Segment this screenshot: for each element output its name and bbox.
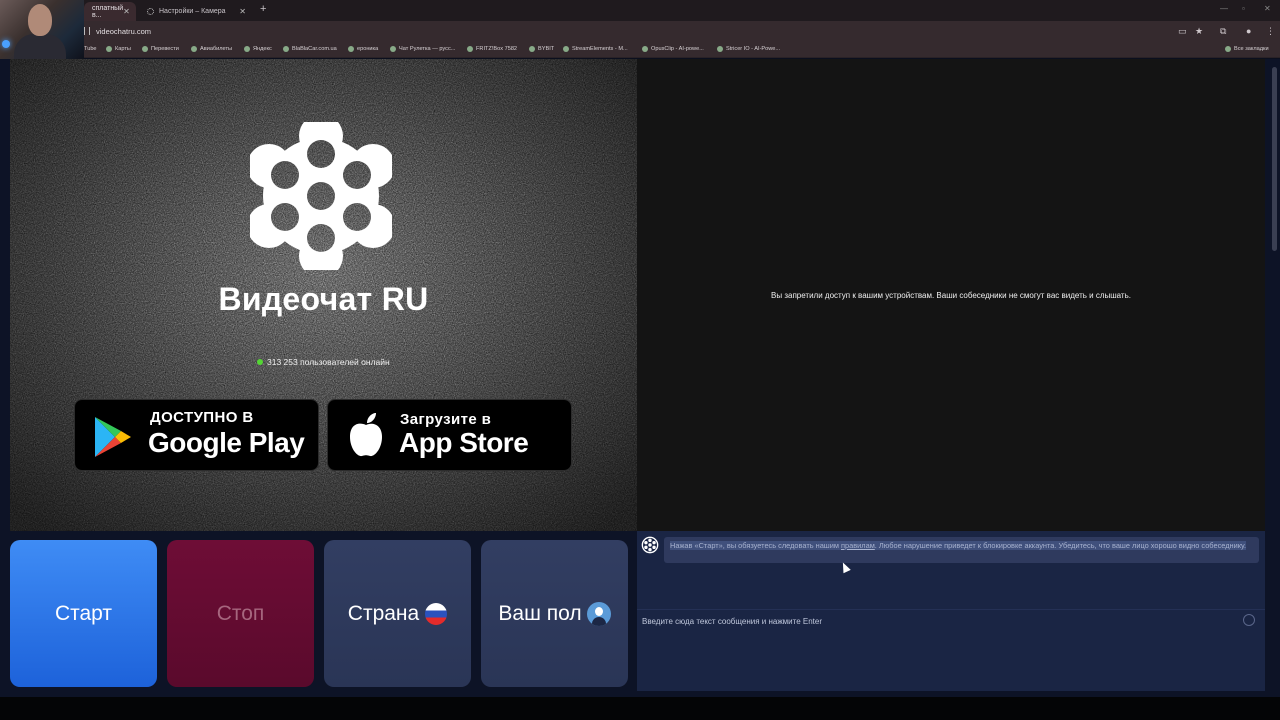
bookmark-item[interactable]: BYBIT: [529, 46, 554, 52]
tab-settings-camera[interactable]: Настройки – Камера ✕: [139, 2, 254, 21]
bookmark-item[interactable]: Чат Рулетка — русс...: [390, 46, 455, 52]
tab-videochat[interactable]: сплатный в... ✕: [84, 2, 136, 21]
folder-icon: [1225, 46, 1231, 52]
globe-icon: [191, 46, 197, 52]
site-icon: [563, 46, 569, 52]
google-play-button[interactable]: ДОСТУПНО В Google Play: [74, 399, 319, 471]
bookmark-item[interactable]: FRITZ!Box 7582: [467, 46, 517, 52]
notice-text-suffix: . Любое нарушение приведет к блокировке …: [874, 541, 1247, 550]
globe-icon: [244, 46, 250, 52]
cast-icon[interactable]: ▭: [1178, 26, 1187, 37]
maps-icon: [106, 46, 112, 52]
bookmark-item[interactable]: Карты: [106, 46, 131, 52]
site-info-icon[interactable]: [84, 27, 90, 35]
self-video-panel: Вы запретили доступ к вашим устройствам.…: [637, 59, 1265, 531]
bookmark-item[interactable]: OpusClip - AI-powe...: [642, 46, 704, 52]
site-icon: [717, 46, 723, 52]
window-close-icon[interactable]: ✕: [1264, 4, 1271, 13]
gender-avatar-icon: [586, 601, 611, 626]
google-play-big: Google Play: [148, 427, 305, 458]
menu-icon[interactable]: ⋮: [1266, 26, 1275, 37]
bookmark-item[interactable]: ероника: [348, 46, 378, 52]
chat-input-row: [637, 609, 1265, 632]
site-icon: [390, 46, 396, 52]
app-store-button[interactable]: Загрузите в App Store: [327, 399, 572, 471]
webcam-overlay: [0, 0, 84, 62]
url-field[interactable]: videochatru.com: [96, 27, 151, 36]
russia-flag-icon: [425, 602, 448, 625]
address-bar: videochatru.com ▭ ★ ⧉ ● ⋮: [0, 21, 1280, 42]
brand-title: Видеочат RU: [218, 281, 429, 317]
start-label: Старт: [54, 601, 113, 625]
bookmark-item[interactable]: Яндекс: [244, 46, 272, 52]
country-button[interactable]: Страна: [324, 540, 471, 687]
person-face: [28, 4, 52, 36]
stop-button[interactable]: Стоп: [167, 540, 314, 687]
stop-label: Стоп: [216, 601, 265, 625]
apple-icon: [350, 413, 382, 457]
online-text: 313 253 пользователей онлайн: [267, 357, 390, 367]
rules-link[interactable]: правилам: [841, 541, 875, 550]
gear-icon: [147, 8, 154, 15]
revolver-logo-icon: [641, 536, 659, 554]
translate-icon: [142, 46, 148, 52]
online-counter: 313 253 пользователей онлайн: [257, 357, 390, 367]
google-play-small: ДОСТУПНО В: [150, 409, 254, 426]
start-button[interactable]: Старт: [10, 540, 157, 687]
browser-tab-bar: сплатный в... ✕ Настройки – Камера ✕ + —…: [0, 0, 1280, 21]
light: [2, 40, 10, 48]
notice-text-prefix: Нажав «Старт», вы обязуетесь следовать н…: [670, 541, 842, 550]
site-icon: [283, 46, 289, 52]
app-store-big: App Store: [399, 427, 529, 458]
gender-label: Ваш пол: [498, 601, 582, 625]
chat-message-input[interactable]: [642, 614, 1232, 628]
bookmarks-bar: Tube Карты Перевести Авиабилеты Яндекс B…: [0, 42, 1280, 58]
close-icon[interactable]: ✕: [239, 7, 246, 16]
bottom-strip: [0, 697, 1280, 720]
close-icon[interactable]: ✕: [123, 7, 130, 16]
star-icon[interactable]: ★: [1195, 26, 1203, 37]
minimize-icon[interactable]: —: [1220, 4, 1228, 13]
emoji-icon[interactable]: [1243, 614, 1255, 626]
tab-label: сплатный в...: [92, 4, 124, 19]
bookmark-item[interactable]: BlaBlaCar.com.ua: [283, 46, 337, 52]
online-dot-icon: [257, 359, 263, 365]
bookmark-item[interactable]: Tube: [84, 46, 97, 52]
person-figure: [14, 34, 66, 62]
site-icon: [348, 46, 354, 52]
maximize-icon[interactable]: ▫: [1242, 4, 1245, 13]
bookmark-item[interactable]: Stricer IO - AI-Powe...: [717, 46, 780, 52]
camera-denied-message: Вы запретили доступ к вашим устройствам.…: [771, 291, 1131, 300]
gender-button[interactable]: Ваш пол: [481, 540, 628, 687]
country-label: Страна: [347, 601, 420, 625]
bookmark-item[interactable]: StreamElements - M...: [563, 46, 628, 52]
google-play-icon: [95, 417, 131, 457]
folder-icon: [529, 46, 535, 52]
app-store-small: Загрузите в: [400, 411, 492, 428]
router-icon: [467, 46, 473, 52]
revolver-logo-icon: [250, 122, 392, 270]
rules-notice: Нажав «Старт», вы обязуетесь следовать н…: [664, 537, 1259, 563]
new-tab-button[interactable]: +: [260, 3, 266, 15]
all-bookmarks[interactable]: Все закладки: [1225, 46, 1269, 52]
page-scrollbar[interactable]: [1272, 67, 1277, 251]
bookmark-item[interactable]: Перевести: [142, 46, 179, 52]
site-icon: [642, 46, 648, 52]
bookmark-item[interactable]: Авиабилеты: [191, 46, 232, 52]
partner-video-panel: Видеочат RU 313 253 пользователей онлайн…: [10, 59, 637, 531]
profile-icon[interactable]: ●: [1246, 26, 1251, 36]
tab-label: Настройки – Камера: [159, 8, 226, 15]
extensions-icon[interactable]: ⧉: [1220, 26, 1226, 37]
